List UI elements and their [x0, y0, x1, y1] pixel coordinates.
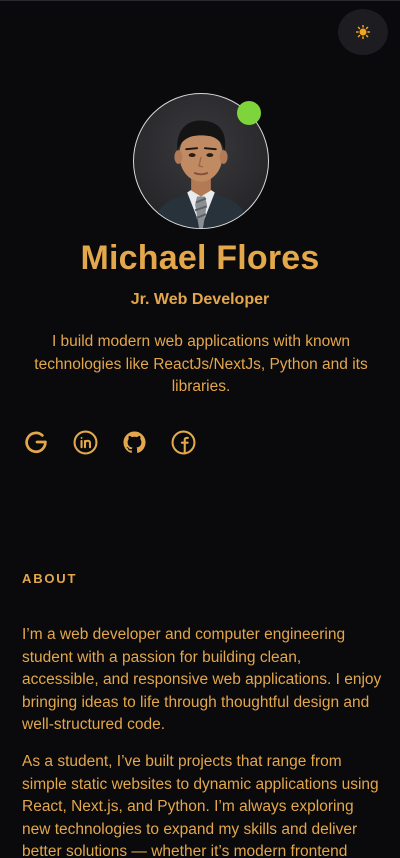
github-icon: [123, 431, 146, 453]
theme-toggle-button[interactable]: [338, 9, 388, 55]
google-icon: [25, 431, 47, 454]
profile-avatar-wrapper: [133, 93, 269, 229]
profile-role: Jr. Web Developer: [130, 291, 270, 308]
linkedin-icon: [73, 430, 98, 455]
online-status-indicator: [237, 101, 261, 125]
about-paragraph-2: As a student, I’ve built projects that r…: [22, 753, 379, 858]
github-link[interactable]: [122, 430, 147, 455]
about-heading: ABOUT: [22, 571, 78, 586]
portfolio-page: Michael Flores Jr. Web Developer I build…: [0, 0, 400, 858]
linkedin-link[interactable]: [73, 430, 98, 455]
sun-icon: [356, 25, 370, 39]
profile-bio: I build modern web applications with kno…: [34, 333, 368, 395]
profile-name: Michael Flores: [80, 239, 320, 277]
facebook-link[interactable]: [171, 430, 196, 455]
social-links: [24, 430, 196, 455]
facebook-icon: [171, 430, 196, 455]
google-link[interactable]: [24, 430, 49, 455]
about-paragraph-1: I’m a web developer and computer enginee…: [22, 626, 382, 733]
